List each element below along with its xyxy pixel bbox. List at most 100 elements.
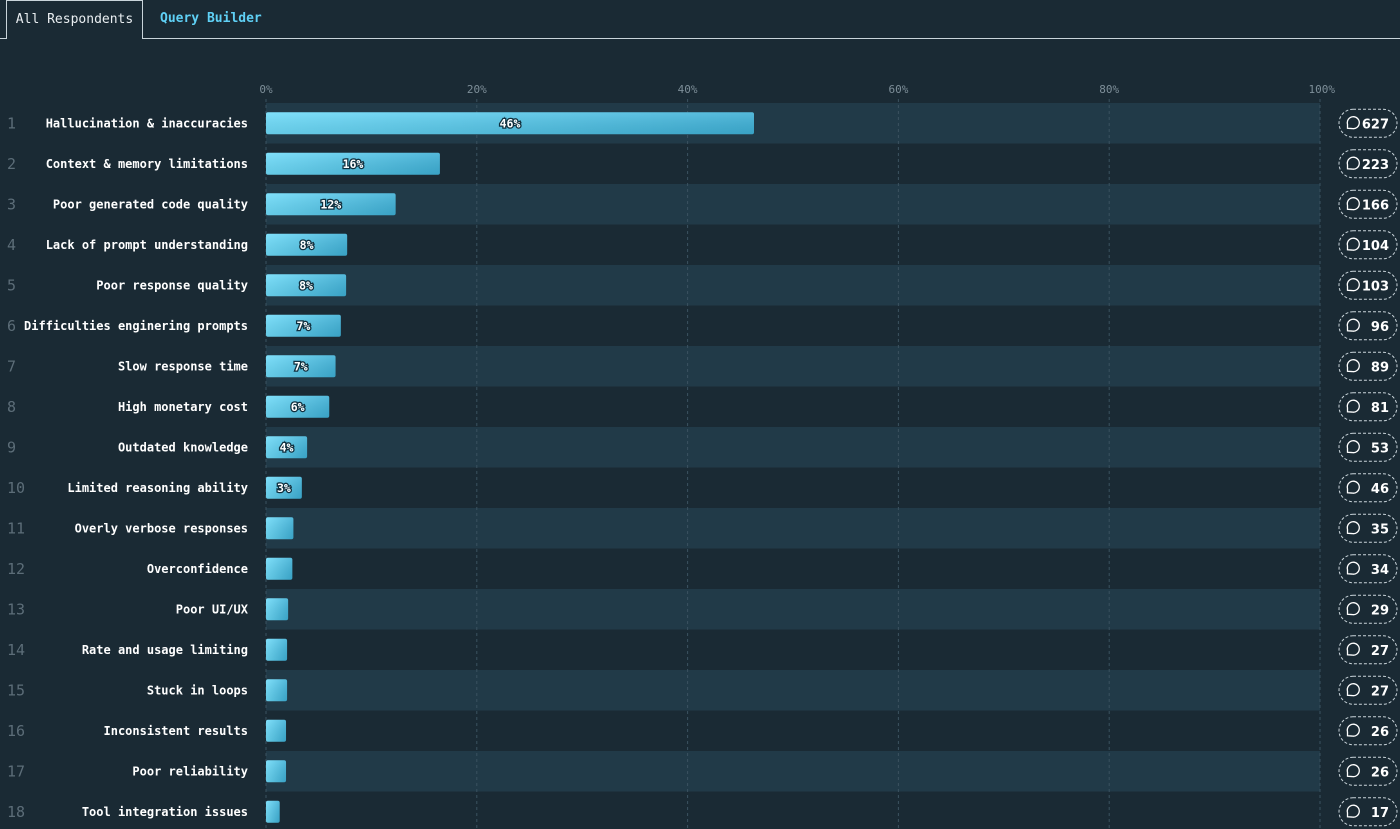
row-stripe xyxy=(266,508,1320,549)
response-count: 96 xyxy=(1371,320,1389,335)
response-count: 17 xyxy=(1371,806,1389,821)
category-label: Lack of prompt understanding xyxy=(46,238,248,252)
x-tick-label: 100% xyxy=(1309,83,1336,96)
rank-number: 10 xyxy=(7,479,25,497)
response-count-badge[interactable]: 627 xyxy=(1338,108,1398,138)
rank-number: 4 xyxy=(7,236,16,254)
x-tick-label: 20% xyxy=(467,83,487,96)
response-count: 166 xyxy=(1362,198,1389,213)
rank-number: 17 xyxy=(7,762,25,780)
rank-number: 11 xyxy=(7,519,25,537)
category-label: Limited reasoning ability xyxy=(67,481,248,495)
rank-number: 2 xyxy=(7,155,16,173)
bar-shade xyxy=(266,517,294,540)
category-label: Stuck in loops xyxy=(147,683,248,697)
response-count: 627 xyxy=(1362,117,1389,132)
x-tick-label: 80% xyxy=(1099,83,1119,96)
response-count: 223 xyxy=(1362,158,1389,173)
bar-value-label: 3% xyxy=(277,481,291,495)
response-count-badge[interactable]: 34 xyxy=(1338,554,1398,584)
x-tick-label: 40% xyxy=(678,83,698,96)
rank-number: 8 xyxy=(7,398,16,416)
category-label: Slow response time xyxy=(118,359,248,373)
bar-value-label: 8% xyxy=(299,278,313,292)
category-label: Overconfidence xyxy=(147,562,248,576)
response-count: 27 xyxy=(1371,644,1389,659)
response-count-badge[interactable]: 26 xyxy=(1338,716,1398,746)
response-count-badge[interactable]: 223 xyxy=(1338,149,1398,179)
response-count-badge[interactable]: 46 xyxy=(1338,473,1398,503)
rank-number: 1 xyxy=(7,114,16,132)
row-stripe xyxy=(266,589,1320,630)
category-label: Difficulties enginering prompts xyxy=(24,319,248,333)
rank-number: 13 xyxy=(7,600,25,618)
response-count: 34 xyxy=(1371,563,1389,578)
row-stripe xyxy=(266,265,1320,306)
bar-value-label: 7% xyxy=(294,359,308,373)
row-stripe xyxy=(266,184,1320,225)
response-count-badge[interactable]: 27 xyxy=(1338,675,1398,705)
row-stripe xyxy=(266,751,1320,792)
response-count-badge[interactable]: 104 xyxy=(1338,230,1398,260)
response-count: 104 xyxy=(1362,239,1389,254)
category-label: Outdated knowledge xyxy=(118,440,248,454)
response-count-badge[interactable]: 166 xyxy=(1338,189,1398,219)
response-count-badge[interactable]: 29 xyxy=(1338,594,1398,624)
bar-value-label: 7% xyxy=(296,319,310,333)
response-count: 26 xyxy=(1371,765,1389,780)
response-count-badge[interactable]: 81 xyxy=(1338,392,1398,422)
rank-number: 18 xyxy=(7,803,25,821)
rank-number: 6 xyxy=(7,317,16,335)
response-count: 46 xyxy=(1371,482,1389,497)
response-count-badge[interactable]: 27 xyxy=(1338,635,1398,665)
response-count-badge[interactable]: 35 xyxy=(1338,513,1398,543)
category-label: Poor UI/UX xyxy=(176,602,249,616)
rank-number: 3 xyxy=(7,195,16,213)
response-count: 26 xyxy=(1371,725,1389,740)
category-label: Overly verbose responses xyxy=(75,521,248,535)
rank-number: 12 xyxy=(7,560,25,578)
bar-shade xyxy=(266,557,293,580)
row-stripe xyxy=(266,346,1320,387)
bar-chart: 0% 20% 40% 60% 80% 100% 1 Hallucination & inac… xyxy=(7,83,1398,829)
response-count-badge[interactable]: 26 xyxy=(1338,756,1398,786)
bar-shade xyxy=(266,800,280,823)
response-count-badge[interactable]: 89 xyxy=(1338,351,1398,381)
rank-number: 7 xyxy=(7,357,16,375)
row-stripe xyxy=(266,670,1320,711)
bar-value-label: 16% xyxy=(343,157,364,171)
tab-all-respondents[interactable]: All Respondents xyxy=(6,0,143,39)
bar-value-label: 46% xyxy=(500,116,521,130)
response-count: 89 xyxy=(1371,360,1389,375)
category-label: Poor generated code quality xyxy=(53,197,248,211)
rank-number: 16 xyxy=(7,722,25,740)
category-label: Poor response quality xyxy=(96,278,248,292)
response-count: 27 xyxy=(1371,684,1389,699)
category-label: Inconsistent results xyxy=(104,724,249,738)
response-count-badge[interactable]: 17 xyxy=(1338,797,1398,827)
response-count-badge[interactable]: 103 xyxy=(1338,270,1398,300)
bar-value-label: 12% xyxy=(320,197,341,211)
response-count: 29 xyxy=(1371,603,1389,618)
bar-value-label: 4% xyxy=(280,440,294,454)
rank-number: 15 xyxy=(7,681,25,699)
category-label: Tool integration issues xyxy=(82,805,248,819)
bar-value-label: 6% xyxy=(291,400,305,414)
response-count-badge[interactable]: 53 xyxy=(1338,432,1398,462)
bar-value-label: 8% xyxy=(300,238,314,252)
category-label: Hallucination & inaccuracies xyxy=(46,116,248,130)
response-count: 103 xyxy=(1362,279,1389,294)
bar-shade xyxy=(266,638,288,661)
category-label: Poor reliability xyxy=(132,764,248,778)
category-label: High monetary cost xyxy=(118,400,248,414)
rank-number: 14 xyxy=(7,641,25,659)
rank-number: 9 xyxy=(7,438,16,456)
category-label: Rate and usage limiting xyxy=(82,643,248,657)
bar-shade xyxy=(266,598,289,621)
bar-shade xyxy=(266,760,287,783)
x-tick-label: 0% xyxy=(259,83,273,96)
rank-number: 5 xyxy=(7,276,16,294)
bar-shade xyxy=(266,719,287,742)
response-count-badge[interactable]: 96 xyxy=(1338,311,1398,341)
row-stripe xyxy=(266,427,1320,468)
